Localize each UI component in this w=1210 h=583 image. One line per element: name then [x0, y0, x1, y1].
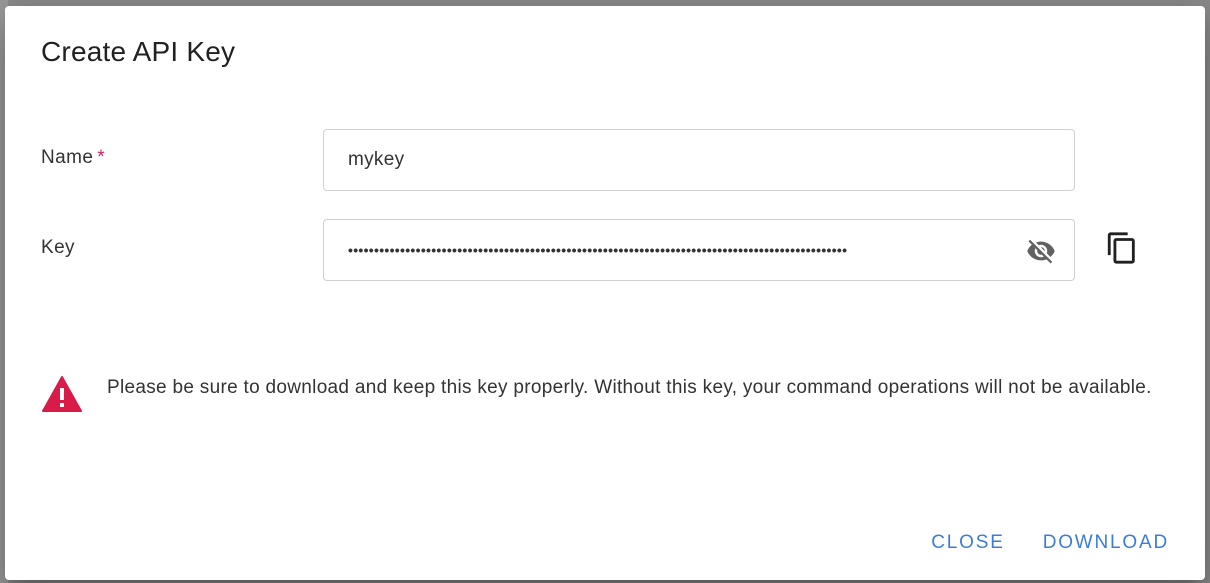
name-label-text: Name: [41, 147, 94, 168]
download-button[interactable]: DOWNLOAD: [1043, 532, 1169, 554]
warning-icon: [41, 375, 83, 413]
required-marker: *: [97, 147, 106, 168]
close-button[interactable]: CLOSE: [931, 532, 1004, 554]
name-label: Name *: [41, 147, 105, 169]
name-field[interactable]: [323, 129, 1075, 191]
visibility-off-icon[interactable]: [1026, 236, 1056, 266]
key-label: Key: [41, 237, 75, 258]
create-api-key-dialog: Create API Key Name* Key •••••••••••••••…: [5, 6, 1205, 580]
dialog-actions: CLOSE DOWNLOAD: [931, 532, 1169, 554]
key-field[interactable]: ••••••••••••••••••••••••••••••••••••••••…: [323, 219, 1075, 281]
name-input[interactable]: [348, 130, 1008, 190]
key-masked-value[interactable]: ••••••••••••••••••••••••••••••••••••••••…: [348, 220, 1018, 280]
dialog-title: Create API Key: [41, 36, 236, 67]
warning-message: Please be sure to download and keep this…: [107, 377, 1152, 398]
copy-icon[interactable]: [1105, 231, 1139, 265]
